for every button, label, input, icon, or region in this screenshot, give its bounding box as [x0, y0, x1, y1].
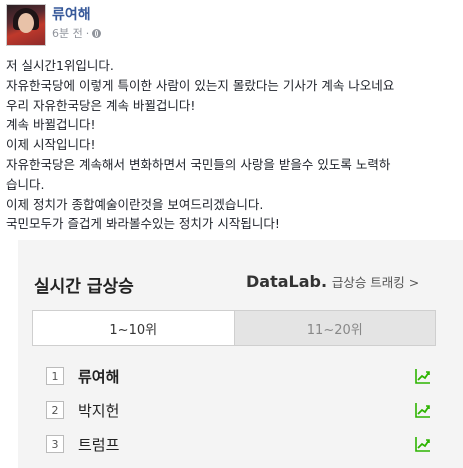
tab-11-20[interactable]: 11~20위	[234, 311, 435, 345]
meta-separator: ·	[85, 26, 90, 40]
post-line: 이제 시작입니다!	[6, 137, 96, 153]
embedded-screenshot[interactable]: 실시간 급상승 DataLab. 급상승 트래킹 > 1~10위 11~20위 …	[18, 240, 463, 468]
post-line: 자유한국당에 이렇게 특이한 사람이 있는지 몰랐다는 기사가 계속 나오네요	[6, 77, 395, 93]
rank-row[interactable]: 2 박지헌	[46, 397, 436, 423]
realtime-title: 실시간 급상승	[34, 277, 134, 297]
post-time[interactable]: 6분 전	[52, 25, 83, 41]
tab-1-10[interactable]: 1~10위	[33, 311, 235, 345]
rank-number: 2	[46, 401, 64, 419]
post-line: 자유한국당은 계속해서 변화하면서 국민들의 사랑을 받을수 있도록 노력하	[6, 156, 391, 172]
avatar-face	[18, 13, 34, 33]
datalab-link[interactable]: DataLab. 급상승 트래킹 >	[246, 272, 419, 291]
trend-chart-icon[interactable]	[414, 401, 432, 419]
trend-chart-icon[interactable]	[414, 367, 432, 385]
post-line: 저 실시간1위입니다.	[6, 58, 114, 73]
rank-name: 트럼프	[78, 435, 120, 454]
rank-number: 1	[46, 367, 64, 385]
rank-name: 류여해	[78, 367, 120, 386]
author-name[interactable]: 류여해	[52, 4, 91, 24]
post-line: 계속 바뀔겁니다!	[6, 117, 96, 133]
post-line: 습니다.	[6, 176, 45, 192]
post-meta: 6분 전 ·	[52, 25, 102, 41]
rank-tabs: 1~10위 11~20위	[32, 310, 436, 346]
post-line: 우리 자유한국당은 계속 바뀔겁니다!	[6, 97, 196, 113]
globe-icon[interactable]	[92, 28, 102, 38]
post-text: 저 실시간1위입니다. 자유한국당에 이렇게 특이한 사람이 있는지 몰랐다는 …	[6, 56, 463, 234]
post-line: 국민모두가 즐겁게 봐라볼수있는 정치가 시작됩니다!	[6, 216, 280, 232]
datalab-brand: DataLab.	[246, 272, 328, 291]
rank-name: 박지헌	[78, 401, 120, 420]
post-header: 류여해 6분 전 ·	[0, 0, 463, 50]
datalab-link-text: 급상승 트래킹 >	[331, 275, 420, 290]
post-line: 이제 정치가 종합예술이란것을 보여드리겠습니다.	[6, 196, 264, 212]
rank-number: 3	[46, 435, 64, 453]
rank-row[interactable]: 1 류여해	[46, 363, 436, 389]
rank-row[interactable]: 3 트럼프	[46, 431, 436, 457]
profile-avatar[interactable]	[6, 4, 46, 46]
trend-chart-icon[interactable]	[414, 435, 432, 453]
